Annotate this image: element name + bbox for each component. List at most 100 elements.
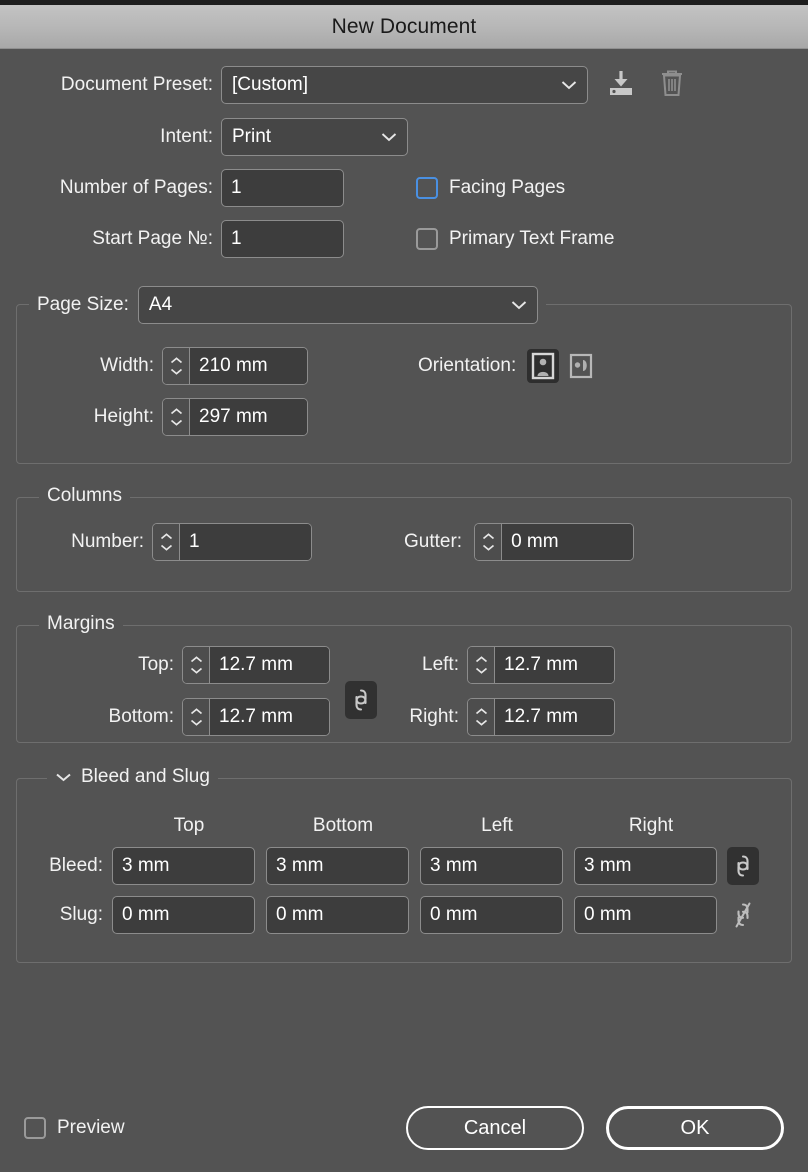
margins-top-row: Top: 12.7 mm Left: 12.7 mm xyxy=(17,646,791,684)
chain-linked-icon xyxy=(737,855,749,877)
bleed-row: Bleed: 3 mm 3 mm 3 mm 3 mm xyxy=(17,847,791,885)
margin-left-label: Left: xyxy=(422,654,459,675)
chevron-down-icon xyxy=(511,300,527,310)
columns-gutter-stepper[interactable]: 0 mm xyxy=(474,523,635,561)
columns-gutter-stepper-arrows[interactable] xyxy=(475,524,503,560)
columns-number-label: Number: xyxy=(71,531,144,552)
ok-button[interactable]: OK xyxy=(606,1106,784,1150)
intent-select[interactable]: Print xyxy=(221,118,408,156)
bleed-slug-col-header-left: Left xyxy=(481,815,513,836)
columns-number-stepper-arrows[interactable] xyxy=(153,524,180,560)
bleed-and-slug-group: Bleed and Slug Top Bottom Left Right Ble… xyxy=(16,766,792,963)
bleed-bottom-value: 3 mm xyxy=(276,855,324,876)
facing-pages-label: Facing Pages xyxy=(449,177,566,198)
chevron-down-icon xyxy=(160,544,172,551)
chevron-down-icon xyxy=(475,667,487,674)
margin-bottom-stepper-arrows[interactable] xyxy=(183,699,210,735)
slug-right-input[interactable]: 0 mm xyxy=(574,896,717,934)
bleed-link-chain-icon[interactable] xyxy=(727,847,759,885)
intent-row: Intent: Print xyxy=(16,118,792,156)
margin-top-value[interactable]: 12.7 mm xyxy=(210,647,329,683)
bleed-bottom-input[interactable]: 3 mm xyxy=(266,847,409,885)
primary-text-frame-checkbox-row[interactable]: Primary Text Frame xyxy=(416,228,614,250)
chevron-down-icon xyxy=(561,80,577,90)
save-preset-icon[interactable] xyxy=(606,68,636,103)
margins-link-chain-icon[interactable] xyxy=(345,681,377,719)
columns-legend-label: Columns xyxy=(47,485,122,506)
margin-right-stepper[interactable]: 12.7 mm xyxy=(467,698,615,736)
number-of-pages-input[interactable]: 1 xyxy=(221,169,344,207)
margin-top-stepper[interactable]: 12.7 mm xyxy=(182,646,330,684)
bleed-left-value: 3 mm xyxy=(430,855,478,876)
columns-number-value[interactable]: 1 xyxy=(180,524,311,560)
margin-right-stepper-arrows[interactable] xyxy=(468,699,495,735)
chevron-down-icon xyxy=(170,368,182,375)
document-preset-select[interactable]: [Custom] xyxy=(221,66,588,104)
page-height-value[interactable]: 297 mm xyxy=(190,399,307,435)
orientation-landscape-button[interactable] xyxy=(565,349,597,383)
page-height-stepper[interactable]: 297 mm xyxy=(162,398,308,436)
page-width-label: Width: xyxy=(100,355,154,376)
cancel-button[interactable]: Cancel xyxy=(406,1106,584,1150)
margin-bottom-stepper[interactable]: 12.7 mm xyxy=(182,698,330,736)
margin-left-stepper[interactable]: 12.7 mm xyxy=(467,646,615,684)
preview-checkbox[interactable] xyxy=(24,1117,46,1139)
margin-bottom-value[interactable]: 12.7 mm xyxy=(210,699,329,735)
chevron-down-icon xyxy=(190,667,202,674)
orientation-portrait-button[interactable] xyxy=(527,349,560,383)
columns-legend: Columns xyxy=(39,485,130,507)
start-page-input[interactable]: 1 xyxy=(221,220,344,258)
page-width-stepper-arrows[interactable] xyxy=(163,348,190,384)
slug-link-broken-chain-icon[interactable] xyxy=(727,896,759,934)
page-width-row: Width: 210 mm Orientation: xyxy=(17,347,791,385)
document-preset-value: [Custom] xyxy=(232,74,309,95)
bleed-right-input[interactable]: 3 mm xyxy=(574,847,717,885)
margin-left-value[interactable]: 12.7 mm xyxy=(495,647,614,683)
bleed-left-input[interactable]: 3 mm xyxy=(420,847,563,885)
page-height-stepper-arrows[interactable] xyxy=(163,399,190,435)
page-width-value[interactable]: 210 mm xyxy=(190,348,307,384)
margins-group: Margins Top: 12.7 mm Left: 12.7 mm Botto… xyxy=(16,613,792,743)
margin-top-stepper-arrows[interactable] xyxy=(183,647,210,683)
bleed-slug-column-headers: Top Bottom Left Right xyxy=(17,815,791,837)
chevron-up-icon xyxy=(170,357,182,364)
facing-pages-checkbox-row[interactable]: Facing Pages xyxy=(416,177,565,199)
margin-left-stepper-arrows[interactable] xyxy=(468,647,495,683)
columns-gutter-value[interactable]: 0 mm xyxy=(502,524,634,560)
chevron-up-icon xyxy=(475,656,487,663)
page-width-stepper[interactable]: 210 mm xyxy=(162,347,308,385)
chevron-down-icon xyxy=(170,419,182,426)
landscape-icon xyxy=(570,353,593,379)
columns-number-stepper[interactable]: 1 xyxy=(152,523,312,561)
preview-checkbox-row[interactable]: Preview xyxy=(24,1117,125,1139)
chain-broken-icon xyxy=(735,902,751,928)
chevron-down-icon xyxy=(381,132,397,142)
bleed-top-input[interactable]: 3 mm xyxy=(112,847,255,885)
slug-bottom-input[interactable]: 0 mm xyxy=(266,896,409,934)
slug-top-input[interactable]: 0 mm xyxy=(112,896,255,934)
number-of-pages-row: Number of Pages: 1 Facing Pages xyxy=(16,169,792,207)
margin-right-value[interactable]: 12.7 mm xyxy=(495,699,614,735)
bleed-top-value: 3 mm xyxy=(122,855,170,876)
chevron-up-icon xyxy=(190,656,202,663)
chain-linked-icon xyxy=(355,689,367,711)
page-size-select[interactable]: A4 xyxy=(137,286,538,324)
slug-label: Slug: xyxy=(59,904,103,925)
slug-left-value: 0 mm xyxy=(430,904,478,925)
document-preset-label: Document Preset: xyxy=(60,74,213,95)
intent-label: Intent: xyxy=(160,126,213,147)
facing-pages-checkbox[interactable] xyxy=(416,177,438,199)
trash-icon[interactable] xyxy=(658,68,686,103)
chevron-down-icon xyxy=(475,719,487,726)
chevron-up-icon xyxy=(475,708,487,715)
columns-group: Columns Number: 1 Gutter: 0 mm xyxy=(16,485,792,592)
page-height-row: Height: 297 mm xyxy=(17,398,791,436)
disclosure-chevron-down-icon[interactable] xyxy=(55,772,72,782)
start-page-row: Start Page №: 1 Primary Text Frame xyxy=(16,220,792,258)
slug-left-input[interactable]: 0 mm xyxy=(420,896,563,934)
primary-text-frame-checkbox[interactable] xyxy=(416,228,438,250)
bleed-slug-col-header-top: Top xyxy=(173,815,205,836)
chevron-up-icon xyxy=(170,408,182,415)
bleed-and-slug-legend[interactable]: Bleed and Slug xyxy=(47,766,218,788)
window-title: New Document xyxy=(331,14,477,38)
